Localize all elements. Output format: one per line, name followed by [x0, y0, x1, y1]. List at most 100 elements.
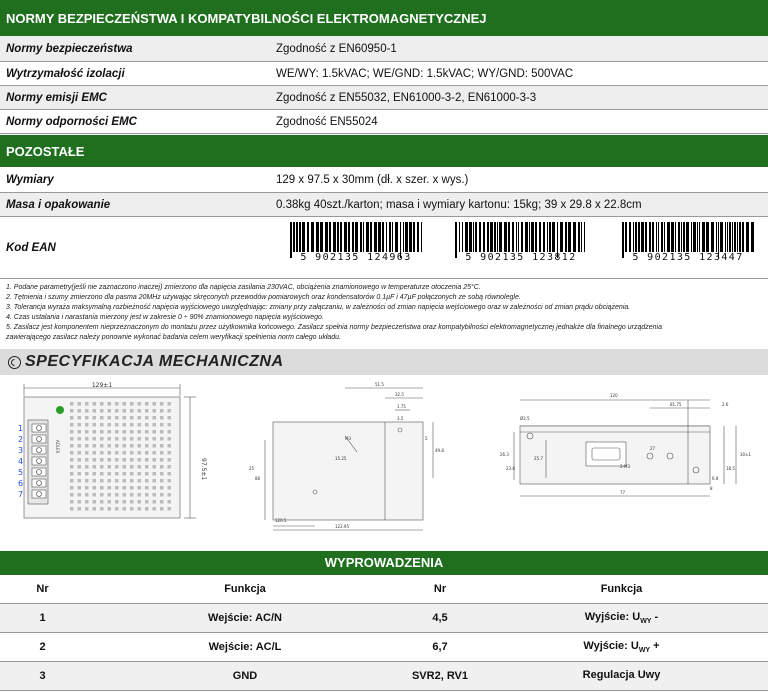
- dimension-label: 32.5: [395, 392, 404, 397]
- dimension-label: 15.25: [335, 456, 347, 461]
- pins-table: Nr Funkcja Nr Funkcja 1 Wejście: AC/N 4,…: [0, 575, 768, 691]
- dimension-label: M3: [345, 436, 351, 441]
- table-row: 3 GND SVR2, RV1 Regulacja Uwy: [0, 662, 768, 691]
- dimension-label: 3.5: [397, 416, 404, 421]
- pins-header: WYPROWADZENIA: [0, 551, 768, 575]
- dimension-label: 8: [710, 486, 713, 491]
- safety-row-insulation: Wytrzymałość izolacji WE/WY: 1.5kVAC; WE…: [0, 62, 768, 86]
- dimension-label: 49.8: [435, 448, 444, 453]
- column-header: Nr: [433, 583, 447, 595]
- barcode-digits: 5 902135 123812: [465, 252, 577, 263]
- barcode-bars: [618, 222, 758, 258]
- pin-number: 3: [39, 670, 46, 682]
- side-view-drawing: 51.5 32.5 1.75 3.5 49.8 5 2588 120.5 15.25 M3 122.…: [249, 382, 444, 531]
- table-row: 2 Wejście: AC/L 6,7 Wyjście: UWY +: [0, 633, 768, 662]
- row-value: Zgodność z EN60950-1: [276, 42, 397, 55]
- barcode-3: 5 902135 123447: [618, 222, 758, 270]
- dimension-label: 26.3: [500, 452, 509, 457]
- dimension-label: 6.8: [712, 476, 719, 481]
- barcode-2: 5 902135 123812: [451, 222, 591, 270]
- row-label: Normy odporności EMC: [6, 115, 137, 128]
- row-label: Wytrzymałość izolacji: [6, 67, 125, 80]
- led-icon: [56, 406, 64, 414]
- pin-function: Wyjście: UWY -: [584, 610, 659, 626]
- dimension-label: 120: [610, 393, 618, 398]
- dimension-label: 2.6: [722, 402, 729, 407]
- safety-row-standards: Normy bezpieczeństwa Zgodność z EN60950-…: [0, 36, 768, 62]
- footnotes: 1. Podane parametry(jeśli nie zaznaczono…: [6, 283, 762, 343]
- row-value: WE/WY: 1.5kVAC; WE/GND: 1.5kVAC; WY/GND:…: [276, 67, 574, 80]
- other-row-dimensions: Wymiary 129 x 97.5 x 30mm (dł. x szer. x…: [0, 167, 768, 193]
- other-header-text: POZOSTAŁE: [6, 143, 85, 159]
- pin-label: 7: [18, 490, 23, 499]
- dimension-label: 120.5: [275, 518, 287, 523]
- pin-label: 6: [18, 479, 23, 488]
- copyright-icon: [8, 355, 21, 369]
- dimension-label: 77: [620, 490, 626, 495]
- barcode-digits: 5 902135 123447: [632, 252, 744, 263]
- pin-number: SVR2, RV1: [411, 670, 469, 682]
- row-label: Wymiary: [6, 173, 54, 186]
- front-height-label: 97.5±1: [200, 458, 207, 480]
- other-row-mass: Masa i opakowanie 0.38kg 40szt./karton; …: [0, 193, 768, 217]
- pin-function: Wejście: AC/N: [208, 612, 282, 624]
- row-label: Kod EAN: [6, 241, 56, 254]
- mechanical-header: SPECYFIKACJA MECHANICZNA: [0, 349, 768, 375]
- footnote: 1. Podane parametry(jeśli nie zaznaczono…: [6, 284, 481, 291]
- dimension-label: 81.75: [670, 402, 682, 407]
- footnote: 5. Zasilacz jest komponentem nieprzeznac…: [6, 324, 663, 331]
- safety-row-emc-emission: Normy emisji EMC Zgodność z EN55032, EN6…: [0, 86, 768, 110]
- pin-label: 1: [18, 424, 23, 433]
- pin-label: 4: [18, 457, 23, 466]
- pin-function: Regulacja Uwy: [582, 668, 661, 681]
- dimension-label: 23.8: [506, 466, 515, 471]
- table-row: 1 Wejście: AC/N 4,5 Wyjście: UWY -: [0, 604, 768, 633]
- column-header: Funkcja: [600, 583, 643, 595]
- pin-label: 2: [18, 435, 23, 444]
- dimension-label: 25: [249, 466, 255, 471]
- pin-number: 1: [39, 612, 46, 624]
- other-header: POZOSTAŁE: [0, 135, 768, 167]
- dimension-label: 2-M3: [620, 464, 630, 469]
- safety-row-emc-immunity: Normy odporności EMC Zgodność EN55024: [0, 110, 768, 134]
- mechanical-header-text: SPECYFIKACJA MECHANICZNA: [25, 353, 284, 370]
- pin-number: 4,5: [432, 612, 448, 624]
- footnote: 3. Tolerancja wyraża maksymalną rozbieżn…: [6, 304, 631, 311]
- dimension-label: 122.95: [335, 524, 349, 529]
- pin-function: Wejście: AC/L: [208, 641, 282, 653]
- dimension-label: 27: [650, 446, 656, 451]
- footnote: 2. Tętnienia i szumy zmierzono dla pasma…: [6, 294, 521, 301]
- row-label: Normy emisji EMC: [6, 91, 107, 104]
- dimension-label: 51.5: [375, 382, 384, 387]
- safety-header: NORMY BEZPIECZEŃSTWA I KOMPATYBILNOŚCI E…: [0, 0, 768, 36]
- pin-label: 3: [18, 446, 23, 455]
- dimension-label: 25.7: [534, 456, 543, 461]
- brand-label: ADLER: [55, 440, 60, 454]
- footnote: zawierającego zasilacz należy ponownie w…: [6, 334, 342, 341]
- safety-header-text: NORMY BEZPIECZEŃSTWA I KOMPATYBILNOŚCI E…: [6, 10, 487, 26]
- front-width-label: 129±1: [92, 382, 112, 389]
- row-value: 129 x 97.5 x 30mm (dł. x szer. x wys.): [276, 173, 469, 186]
- column-header: Funkcja: [224, 583, 266, 595]
- pins-table-header-row: Nr Funkcja Nr Funkcja: [0, 575, 768, 604]
- pin-number: 6,7: [432, 641, 448, 653]
- row-label: Masa i opakowanie: [6, 198, 111, 211]
- barcode-bars: [451, 222, 591, 258]
- row-value: 0.38kg 40szt./karton; masa i wymiary kar…: [276, 198, 642, 211]
- dimension-label: Ø3.5: [520, 416, 530, 421]
- pin-labels: 1 2 3 4 5 6 7: [18, 424, 23, 499]
- terminal-block: [31, 423, 47, 499]
- bottom-view-drawing: 120 81.75 2.6 Ø3.5 26.3 23.8 25.7 27 2-M3 30±1 18.…: [500, 393, 751, 497]
- dimension-label: 5: [425, 436, 428, 441]
- row-value: Zgodność EN55024: [276, 115, 378, 128]
- row-value: Zgodność z EN55032, EN61000-3-2, EN61000…: [276, 91, 537, 104]
- dimension-label: 18.5: [726, 466, 735, 471]
- barcode-bars: [286, 222, 426, 258]
- pin-label: 5: [18, 468, 23, 477]
- pin-function: Wyjście: UWY +: [583, 639, 660, 655]
- pin-number: 2: [39, 641, 46, 653]
- pins-header-text: WYPROWADZENIA: [324, 555, 444, 570]
- column-header: Nr: [36, 583, 49, 595]
- footnote: 4. Czas ustalania i narastania mierzony …: [6, 314, 324, 321]
- front-view-drawing: 129±1 97.5±1 1 2 3 4 5 6 7 ADLER: [18, 382, 207, 519]
